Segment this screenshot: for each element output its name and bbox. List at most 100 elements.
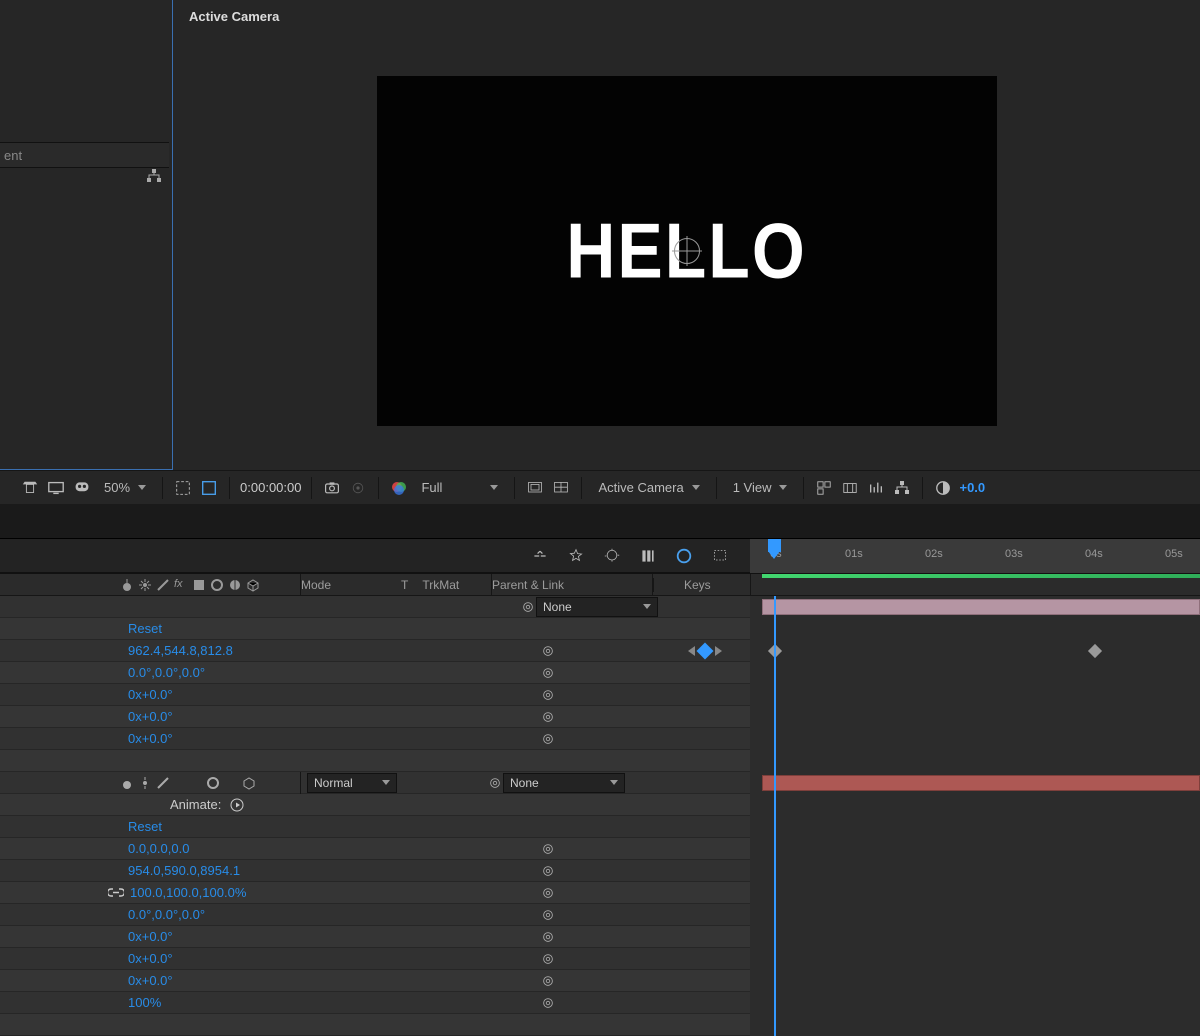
layer-row[interactable]: None (0, 596, 750, 618)
3d-switch-icon[interactable] (242, 776, 256, 790)
shy-column-icon[interactable] (120, 578, 134, 592)
frame-blend-column-icon[interactable] (192, 578, 206, 592)
transparency-grid-icon[interactable] (199, 478, 219, 498)
view-options-icon[interactable] (814, 478, 834, 498)
playhead-line[interactable] (774, 596, 776, 1036)
column-keys[interactable]: Keys (653, 578, 733, 592)
property-row[interactable]: 100.0,100.0,100.0% (0, 882, 750, 904)
column-mode[interactable]: Mode (301, 578, 401, 592)
safe-zones-icon[interactable] (525, 478, 545, 498)
keyframe-icon[interactable] (1088, 644, 1102, 658)
animate-row[interactable]: Animate: (0, 794, 750, 816)
property-row[interactable]: 962.4,544.8,812.8 (0, 640, 750, 662)
pickwhip-icon[interactable] (540, 709, 556, 725)
flowchart-icon[interactable] (146, 169, 162, 186)
tl-tool-6-icon[interactable] (710, 546, 730, 566)
xrot-value[interactable]: 0x+0.0° (128, 687, 173, 702)
project-tab[interactable]: ent (0, 142, 169, 168)
show-snapshot-icon[interactable] (348, 478, 368, 498)
layer-bar[interactable] (762, 775, 1200, 791)
property-row[interactable]: 0x+0.0° (0, 728, 750, 750)
position-value[interactable]: 962.4,544.8,812.8 (128, 643, 233, 658)
current-time[interactable]: 0:00:00:00 (240, 480, 301, 495)
zrot-value[interactable]: 0x+0.0° (128, 973, 173, 988)
zoom-dropdown[interactable]: 50% (98, 480, 152, 495)
motion-blur-switch-icon[interactable] (206, 776, 220, 790)
motion-blur-column-icon[interactable] (210, 578, 224, 592)
column-trkmat[interactable]: TrkMat (422, 578, 459, 592)
pickwhip-icon[interactable] (520, 599, 536, 615)
time-ruler[interactable]: 0s 01s 02s 03s 04s 05s (750, 539, 1200, 573)
property-row[interactable]: 0x+0.0° (0, 948, 750, 970)
exposure-value[interactable]: +0.0 (959, 480, 985, 495)
pickwhip-icon[interactable] (540, 687, 556, 703)
pickwhip-icon[interactable] (540, 863, 556, 879)
pickwhip-icon[interactable] (540, 665, 556, 681)
orientation-value[interactable]: 0.0°,0.0°,0.0° (128, 665, 205, 680)
anchor-point-icon[interactable] (674, 238, 700, 264)
reset-link[interactable]: Reset (128, 621, 162, 636)
opacity-value[interactable]: 100% (128, 995, 161, 1010)
tl-tool-3-icon[interactable] (602, 546, 622, 566)
yrot-value[interactable]: 0x+0.0° (128, 951, 173, 966)
resolution-dropdown[interactable]: Full (415, 480, 504, 495)
monitor-icon[interactable] (46, 478, 66, 498)
pickwhip-icon[interactable] (487, 775, 503, 791)
property-row[interactable]: Reset (0, 618, 750, 640)
property-row[interactable]: Reset (0, 816, 750, 838)
column-t[interactable]: T (401, 578, 408, 592)
pickwhip-icon[interactable] (540, 841, 556, 857)
tl-tool-4-icon[interactable] (638, 546, 658, 566)
orientation-value[interactable]: 0.0°,0.0°,0.0° (128, 907, 205, 922)
keyframe-nav[interactable] (660, 645, 750, 657)
fx-column-icon[interactable]: fx (174, 578, 188, 592)
property-row[interactable]: 0.0°,0.0°,0.0° (0, 662, 750, 684)
adjustment-column-icon[interactable] (228, 578, 242, 592)
view-dropdown[interactable]: 1 View (727, 480, 794, 495)
chain-link-icon[interactable] (108, 887, 124, 898)
xrot-value[interactable]: 0x+0.0° (128, 929, 173, 944)
shy-switch-icon[interactable] (120, 776, 134, 790)
pixel-aspect-icon[interactable] (840, 478, 860, 498)
property-row[interactable]: 0x+0.0° (0, 970, 750, 992)
property-row[interactable]: 0x+0.0° (0, 926, 750, 948)
yrot-value[interactable]: 0x+0.0° (128, 709, 173, 724)
quality-switch-icon[interactable] (156, 776, 170, 790)
collapse-switch-icon[interactable] (138, 776, 152, 790)
property-row[interactable]: 0.0,0.0,0.0 (0, 838, 750, 860)
grid-toggle-icon[interactable] (551, 478, 571, 498)
parent-dropdown[interactable]: None (503, 773, 625, 793)
pickwhip-icon[interactable] (540, 929, 556, 945)
timeline-tracks[interactable] (750, 596, 1200, 1036)
tl-tool-5-icon[interactable] (674, 546, 694, 566)
property-row[interactable]: 954.0,590.0,8954.1 (0, 860, 750, 882)
playhead-icon[interactable] (768, 539, 781, 552)
layer-bar[interactable] (762, 599, 1200, 615)
fast-previews-icon[interactable] (866, 478, 886, 498)
pickwhip-icon[interactable] (540, 907, 556, 923)
zrot-value[interactable]: 0x+0.0° (128, 731, 173, 746)
position-value[interactable]: 954.0,590.0,8954.1 (128, 863, 240, 878)
scale-value[interactable]: 100.0,100.0,100.0% (130, 885, 246, 900)
tl-tool-1-icon[interactable] (530, 546, 550, 566)
property-row[interactable]: 0x+0.0° (0, 706, 750, 728)
camera-dropdown[interactable]: Active Camera (592, 480, 705, 495)
reset-link[interactable]: Reset (128, 819, 162, 834)
composition-preview[interactable]: HELLO (377, 76, 997, 426)
property-row[interactable]: 100% (0, 992, 750, 1014)
column-parent[interactable]: Parent & Link (492, 578, 652, 592)
property-row[interactable]: 0x+0.0° (0, 684, 750, 706)
pickwhip-icon[interactable] (540, 731, 556, 747)
mask-icon[interactable] (72, 478, 92, 498)
exposure-reset-icon[interactable] (933, 478, 953, 498)
pickwhip-icon[interactable] (540, 885, 556, 901)
pickwhip-icon[interactable] (540, 995, 556, 1011)
star-column-icon[interactable] (138, 578, 152, 592)
comp-flowchart-icon[interactable] (892, 478, 912, 498)
property-row[interactable]: 0.0°,0.0°,0.0° (0, 904, 750, 926)
pickwhip-icon[interactable] (540, 643, 556, 659)
tl-tool-2-icon[interactable] (566, 546, 586, 566)
anchor-value[interactable]: 0.0,0.0,0.0 (128, 841, 189, 856)
mode-dropdown[interactable]: Normal (307, 773, 397, 793)
pickwhip-icon[interactable] (540, 973, 556, 989)
